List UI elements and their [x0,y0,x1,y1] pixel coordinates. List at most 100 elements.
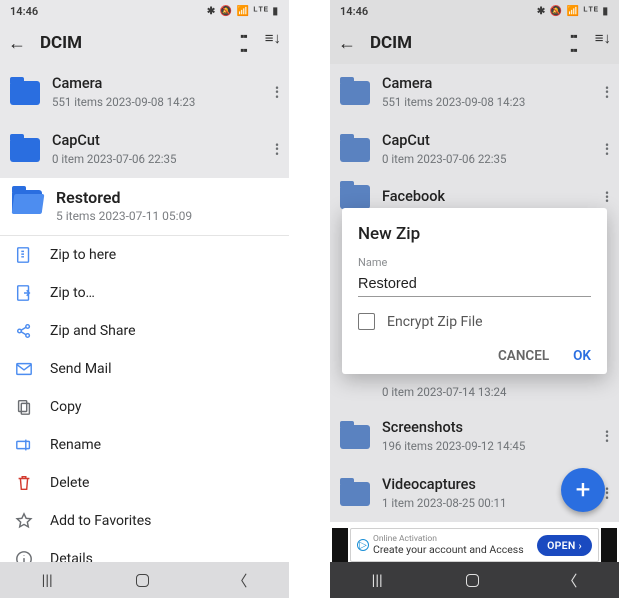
folder-name: Facebook [382,188,593,205]
kebab-icon[interactable]: ••• [605,86,609,99]
kebab-icon[interactable]: ••• [605,487,609,500]
folder-icon [340,482,370,506]
rename-icon [14,435,34,455]
selected-folder: Restored 5 items 2023-07-11 05:09 [0,178,289,236]
folder-row-camera[interactable]: Camera 551 items 2023-09-08 14:23 ••• [0,64,289,121]
app-bar: ← DCIM ▪▪▪▪ ≡↓ [0,22,289,64]
checkbox-label: Encrypt Zip File [387,314,483,330]
menu-label: Send Mail [50,361,111,377]
selected-folder-name: Restored [56,188,279,207]
ok-button[interactable]: OK [573,348,591,364]
encrypt-checkbox-row[interactable]: Encrypt Zip File [358,313,591,330]
folder-row[interactable]: Camera 551 items 2023-09-08 14:23 ••• [330,64,619,121]
delete-icon [14,473,34,493]
kebab-icon[interactable]: ••• [275,86,279,99]
folder-icon [340,425,370,449]
page-title: DCIM [40,33,226,53]
folder-row[interactable]: 0 item 2023-07-14 13:24 [330,374,619,408]
folder-meta: 551 items 2023-09-08 14:23 [382,95,593,110]
kebab-icon[interactable]: ••• [605,191,609,204]
kebab-icon[interactable]: ••• [605,143,609,156]
fab-add[interactable]: + [561,468,605,512]
zip-here-icon [14,245,34,265]
folder-name: Screenshots [382,419,593,436]
status-icons: ✱ 🔕 📶 ᴸᵀᴱ ▮ [537,6,609,17]
menu-copy[interactable]: Copy [0,388,289,426]
menu-label: Zip to here [50,247,116,263]
right-phone: 14:46 ✱ 🔕 📶 ᴸᵀᴱ ▮ ← DCIM ▪▪▪▪ ≡↓ Camera … [330,0,620,598]
dialog-title: New Zip [358,224,591,244]
back-nav-icon[interactable]: 〈 [232,570,247,591]
home-nav-icon[interactable] [466,574,479,587]
status-time: 14:46 [340,5,368,18]
page-title: DCIM [370,33,556,53]
menu-zip-here[interactable]: Zip to here [0,236,289,274]
ad-open-button[interactable]: OPEN › [537,535,592,556]
back-icon[interactable]: ← [8,33,26,54]
sort-icon[interactable]: ≡↓ [595,29,611,57]
ad-edge [332,528,348,562]
menu-label: Add to Favorites [50,513,151,529]
grid-view-icon[interactable]: ▪▪▪▪ [240,29,247,57]
selected-folder-meta: 5 items 2023-07-11 05:09 [56,209,279,225]
menu-send-mail[interactable]: Send Mail [0,350,289,388]
folder-icon [340,81,370,105]
folder-name: CapCut [52,132,263,149]
menu-label: Delete [50,475,89,491]
folder-name: CapCut [382,132,593,149]
folder-icon [340,138,370,162]
statusbar: 14:46 ✱ 🔕 📶 ᴸᵀᴱ ▮ [330,0,619,22]
folder-name: Camera [52,75,263,92]
ad-text: Create your account and Access [373,544,537,556]
folder-row[interactable]: Screenshots 196 items 2023-09-12 14:45 •… [330,408,619,465]
app-bar: ← DCIM ▪▪▪▪ ≡↓ [330,22,619,64]
home-nav-icon[interactable] [136,574,149,587]
folder-row[interactable]: CapCut 0 item 2023-07-06 22:35 ••• [330,121,619,178]
folder-meta: 0 item 2023-07-14 13:24 [382,385,609,400]
mail-icon [14,359,34,379]
status-time: 14:46 [10,5,38,18]
zip-to-icon [14,283,34,303]
zip-share-icon [14,321,34,341]
field-label: Name [358,256,591,269]
checkbox-icon[interactable] [358,313,375,330]
star-icon [14,511,34,531]
menu-zip-share[interactable]: Zip and Share [0,312,289,350]
menu-zip-to[interactable]: Zip to… [0,274,289,312]
sort-icon[interactable]: ≡↓ [265,29,281,57]
recents-nav-icon[interactable]: ||| [42,571,53,589]
menu-delete[interactable]: Delete [0,464,289,502]
folder-icon [12,190,42,214]
back-icon[interactable]: ← [338,33,356,54]
kebab-icon[interactable]: ••• [605,430,609,443]
copy-icon [14,397,34,417]
statusbar: 14:46 ✱ 🔕 📶 ᴸᵀᴱ ▮ [0,0,289,22]
grid-view-icon[interactable]: ▪▪▪▪ [570,29,577,57]
nav-bar: ||| 〈 [0,562,289,598]
folder-icon [10,81,40,105]
nav-bar: ||| 〈 [330,562,619,598]
menu-label: Rename [50,437,101,453]
folder-meta: 0 item 2023-07-06 22:35 [382,152,593,167]
back-nav-icon[interactable]: 〈 [562,570,577,591]
folder-meta: 551 items 2023-09-08 14:23 [52,95,263,110]
kebab-icon[interactable]: ••• [275,143,279,156]
folder-icon [340,185,370,209]
menu-label: Zip to… [50,285,95,301]
ad-choice-icon[interactable]: ▷ [357,539,369,551]
folder-icon [10,138,40,162]
menu-label: Zip and Share [50,323,136,339]
cancel-button[interactable]: CANCEL [498,348,549,364]
recents-nav-icon[interactable]: ||| [372,571,383,589]
folder-row-capcut[interactable]: CapCut 0 item 2023-07-06 22:35 ••• [0,121,289,178]
menu-favorite[interactable]: Add to Favorites [0,502,289,540]
menu-rename[interactable]: Rename [0,426,289,464]
folder-meta: 196 items 2023-09-12 14:45 [382,439,593,454]
ad-banner[interactable]: ▷ Online Activation Create your account … [350,528,599,562]
zip-name-input[interactable] [358,273,591,297]
context-menu: Zip to here Zip to… Zip and Share Send M… [0,236,289,578]
status-icons: ✱ 🔕 📶 ᴸᵀᴱ ▮ [207,6,279,17]
folder-meta: 1 item 2023-08-25 00:11 [382,496,593,511]
left-phone: 14:46 ✱ 🔕 📶 ᴸᵀᴱ ▮ ← DCIM ▪▪▪▪ ≡↓ Camera … [0,0,290,598]
folder-meta: 0 item 2023-07-06 22:35 [52,152,263,167]
